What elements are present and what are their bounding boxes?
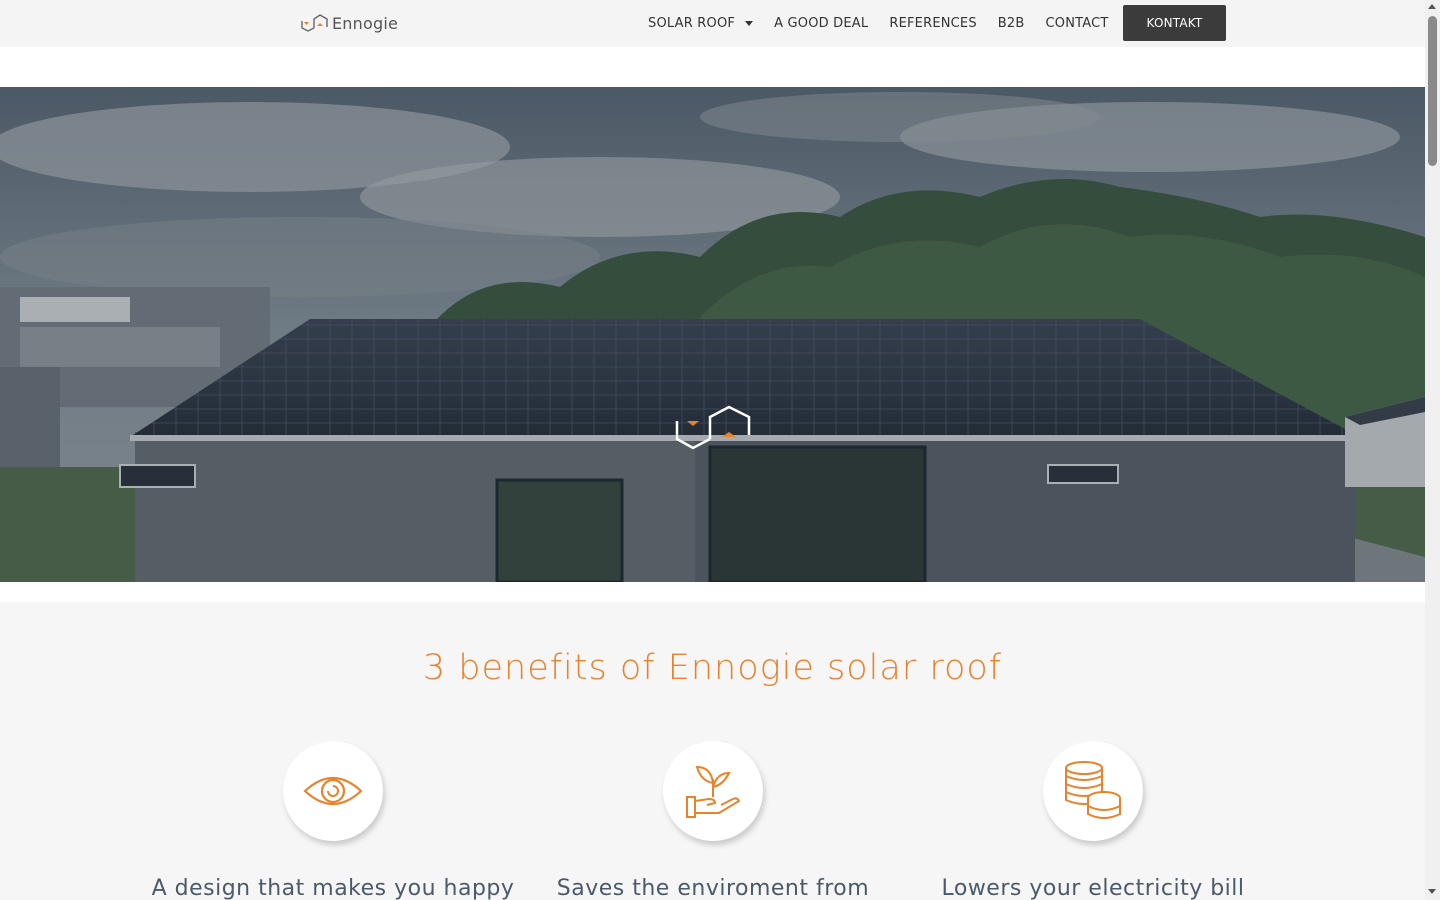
nav-item-label: CONTACT [1045,16,1109,31]
benefit-item-design: A design that makes you happy [143,741,523,900]
page: Ennogie SOLAR ROOF A GOOD DEAL REFERENCE… [0,0,1425,900]
coins-icon [1065,761,1121,819]
benefit-text: Lowers your electricity bill [941,876,1245,900]
chevron-down-icon [745,21,754,26]
nav-item-label: REFERENCES [889,16,977,31]
benefit-icon-circle [1043,741,1143,841]
site-logo[interactable]: Ennogie [300,11,398,35]
nav-item-b2b[interactable]: B2B [998,16,1025,31]
benefit-text: A design that makes you happy [151,876,515,900]
page-scrollbar[interactable] [1425,0,1440,900]
benefit-item-environment: Saves the enviroment from [523,741,903,900]
logo-text: Ennogie [332,13,399,33]
benefit-icon-circle [663,741,763,841]
ennogie-logo-icon [301,14,328,32]
eye-icon [303,777,363,805]
benefits-section: 3 benefits of Ennogie solar roof A desig… [0,602,1425,900]
benefit-icon-circle [283,741,383,841]
kontakt-button[interactable]: KONTAKT [1123,5,1226,41]
hero-image [0,87,1425,582]
main-nav: SOLAR ROOF A GOOD DEAL REFERENCES B2B CO… [648,0,1130,47]
benefit-text: Saves the enviroment from [556,876,870,900]
nav-item-label: SOLAR ROOF [648,16,736,31]
plant-in-hand-icon [686,765,741,818]
nav-item-references[interactable]: REFERENCES [889,16,976,31]
nav-item-contact[interactable]: CONTACT [1046,16,1109,31]
nav-item-label: B2B [997,16,1025,31]
scroll-up-arrow-icon[interactable] [1428,4,1436,9]
scroll-down-arrow-icon[interactable] [1428,889,1436,894]
site-header: Ennogie SOLAR ROOF A GOOD DEAL REFERENCE… [0,0,1425,47]
benefits-title: 3 benefits of Ennogie solar roof [422,648,1003,688]
nav-item-a-good-deal[interactable]: A GOOD DEAL [774,16,868,31]
house-solar-roof-illustration [0,87,1425,582]
benefit-item-electricity: Lowers your electricity bill [903,741,1283,900]
ennogie-logo-mark-icon [675,405,751,450]
scroll-thumb[interactable] [1428,16,1437,166]
nav-item-label: A GOOD DEAL [774,16,869,31]
nav-item-solar-roof[interactable]: SOLAR ROOF [648,16,754,31]
